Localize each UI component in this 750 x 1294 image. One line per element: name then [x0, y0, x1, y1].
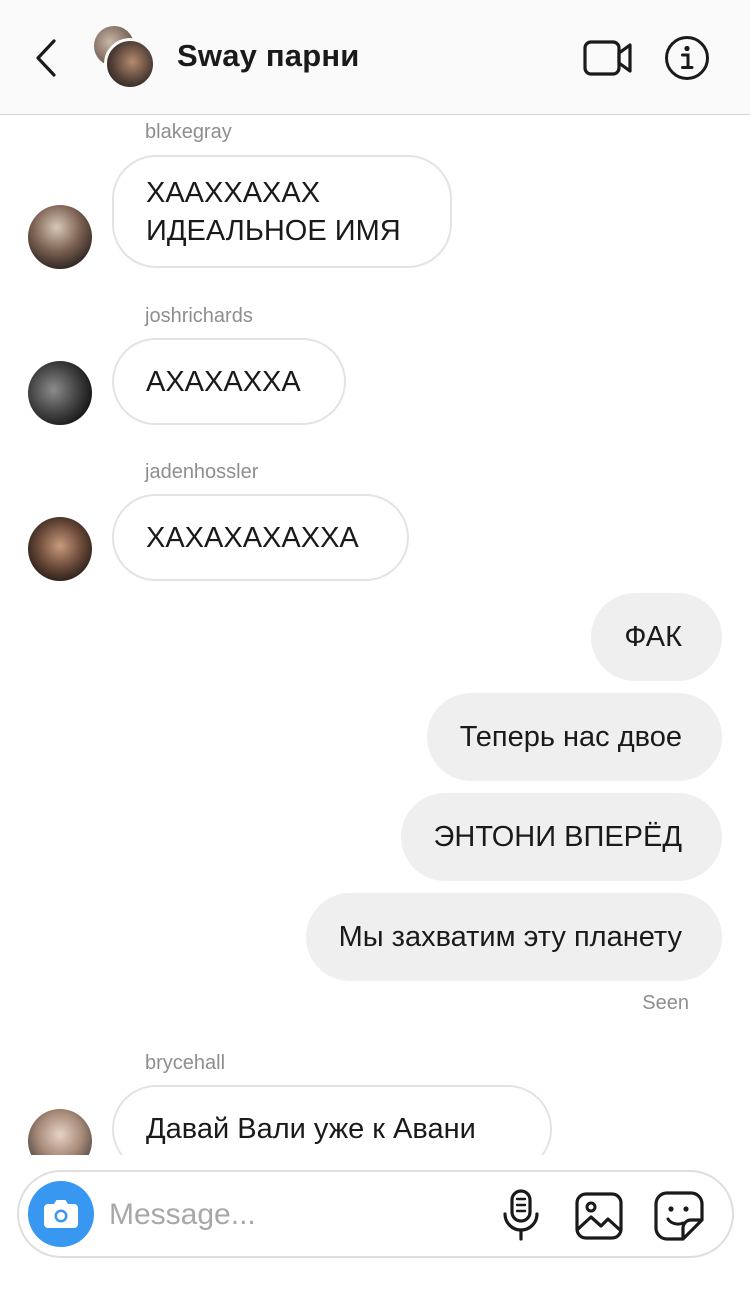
- group-avatar[interactable]: [90, 22, 160, 92]
- camera-icon: [44, 1200, 78, 1228]
- message-thread[interactable]: blakegray ХААХХАХАХ ИДЕАЛЬНОЕ ИМЯ joshri…: [0, 115, 750, 1155]
- back-button[interactable]: [26, 34, 66, 82]
- video-camera-icon: [583, 40, 632, 76]
- chat-header: Sway парни: [0, 0, 750, 115]
- message-bubble-incoming[interactable]: ХАХАХАХАХХА: [112, 494, 409, 581]
- voice-message-button[interactable]: [497, 1188, 545, 1242]
- chat-title[interactable]: Sway парни: [177, 38, 360, 74]
- message-bubble-outgoing[interactable]: ФАК: [591, 593, 722, 681]
- message-text: ЭНТОНИ ВПЕРЁД: [433, 820, 682, 853]
- message-text: Мы захватим эту планету: [338, 920, 682, 953]
- group-avatar-front: [104, 38, 156, 90]
- sticker-icon: [654, 1191, 704, 1241]
- message-bubble-outgoing[interactable]: Теперь нас двое: [426, 693, 722, 781]
- sticker-button[interactable]: [653, 1190, 705, 1242]
- sender-name: joshrichards: [145, 305, 253, 327]
- gallery-icon: [575, 1192, 623, 1240]
- chevron-left-icon: [36, 39, 56, 77]
- message-text-line: ХААХХАХАХ: [146, 176, 321, 209]
- sender-name: brycehall: [145, 1052, 226, 1074]
- message-text-line: ИДЕАЛЬНОЕ ИМЯ: [146, 214, 401, 247]
- message-composer: [17, 1170, 734, 1258]
- info-button[interactable]: [664, 35, 710, 81]
- info-icon: [665, 36, 709, 80]
- message-text: ХАХАХАХАХХА: [146, 521, 359, 554]
- message-bubble-incoming[interactable]: ХААХХАХАХ ИДЕАЛЬНОЕ ИМЯ: [112, 155, 452, 268]
- sender-name: blakegray: [145, 121, 232, 143]
- message-input[interactable]: [109, 1192, 489, 1238]
- gallery-button[interactable]: [574, 1191, 624, 1241]
- sender-name: jadenhossler: [145, 461, 259, 483]
- message-bubble-outgoing[interactable]: Мы захватим эту планету: [305, 893, 722, 981]
- message-text: ФАК: [624, 620, 682, 653]
- message-bubble-incoming[interactable]: АХАХАХХА: [112, 338, 346, 425]
- avatar-joshrichards[interactable]: [28, 361, 92, 425]
- avatar-jadenhossler[interactable]: [28, 517, 92, 581]
- camera-button[interactable]: [28, 1181, 94, 1247]
- seen-indicator: Seen: [642, 992, 689, 1014]
- message-bubble-outgoing[interactable]: ЭНТОНИ ВПЕРЁД: [400, 793, 722, 881]
- message-text: АХАХАХХА: [146, 365, 301, 398]
- microphone-icon: [503, 1189, 539, 1241]
- message-text: Теперь нас двое: [459, 720, 682, 753]
- video-call-button[interactable]: [582, 36, 634, 80]
- avatar-brycehall[interactable]: [28, 1109, 92, 1155]
- avatar-blakegray[interactable]: [28, 205, 92, 269]
- message-text: Давай Вали уже к Авани: [146, 1113, 476, 1145]
- message-bubble-incoming[interactable]: Давай Вали уже к Авани: [112, 1085, 552, 1155]
